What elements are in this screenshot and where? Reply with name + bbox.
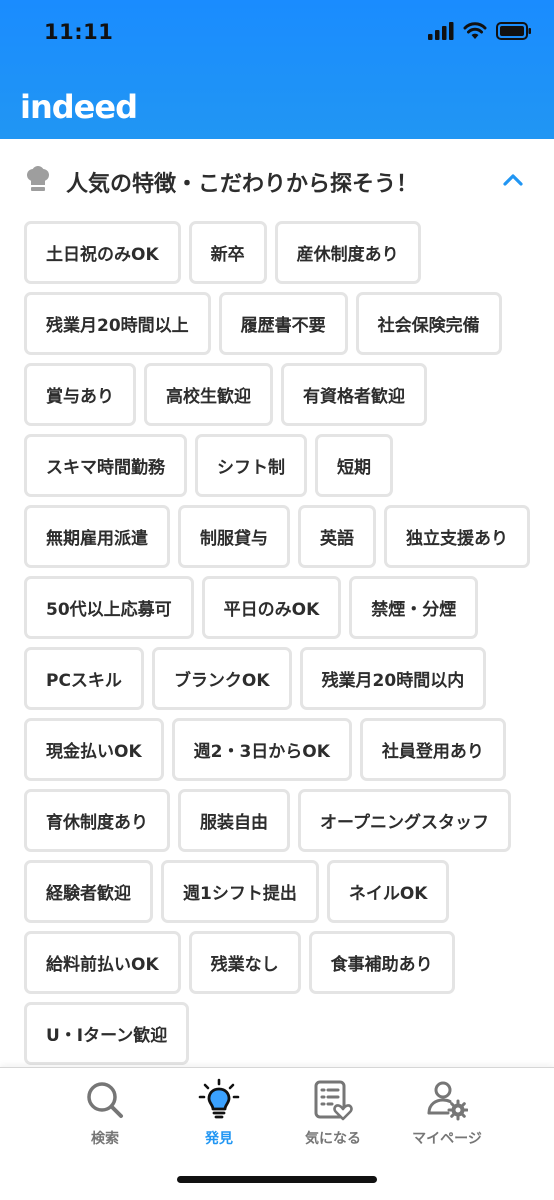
battery-icon <box>496 22 531 40</box>
feature-tag[interactable]: 平日のみOK <box>201 576 342 639</box>
nav-discover-label: 発見 <box>205 1131 233 1147</box>
feature-tag[interactable]: スキマ時間勤務 <box>24 434 187 497</box>
search-icon <box>87 1082 123 1118</box>
nav-saved[interactable]: 気になる <box>278 1078 388 1158</box>
feature-tag[interactable]: 無期雇用派遣 <box>24 505 170 568</box>
feature-tag[interactable]: 残業月20時間以上 <box>24 292 211 355</box>
feature-tag[interactable]: 有資格者歓迎 <box>281 363 427 426</box>
feature-tag[interactable]: 社会保険完備 <box>355 292 502 355</box>
status-time: 11:11 <box>44 20 114 44</box>
feature-tag[interactable]: シフト制 <box>195 434 307 497</box>
nav-mypage[interactable]: マイページ <box>392 1078 502 1158</box>
feature-tag[interactable]: ネイルOK <box>326 860 450 923</box>
app-header: 11:11 indeed <box>0 0 554 139</box>
feature-tag[interactable]: 育休制度あり <box>24 789 170 852</box>
chef-hat-icon <box>27 166 49 191</box>
nav-saved-label: 気になる <box>305 1131 361 1147</box>
feature-tag[interactable]: 履歴書不要 <box>218 292 348 355</box>
feature-tag[interactable]: 新卒 <box>188 221 267 284</box>
feature-tag[interactable]: 現金払いOK <box>24 718 164 781</box>
feature-tag[interactable]: PCスキル <box>24 647 144 710</box>
feature-tag[interactable]: 社員登用あり <box>359 718 506 781</box>
feature-tag[interactable]: オープニングスタッフ <box>298 789 511 852</box>
feature-tag[interactable]: 経験者歓迎 <box>24 860 153 923</box>
user-settings-icon <box>427 1081 468 1121</box>
section-header: 人気の特徴・こだわりから探そう！ <box>0 139 554 219</box>
nav-search[interactable]: 検索 <box>50 1078 160 1158</box>
feature-tag[interactable]: 服装自由 <box>178 789 290 852</box>
nav-mypage-label: マイページ <box>412 1131 482 1147</box>
feature-tag[interactable]: 週2・3日からOK <box>171 718 352 781</box>
feature-tag[interactable]: U・Iターン歓迎 <box>24 1002 190 1065</box>
feature-tag[interactable]: 産休制度あり <box>274 221 421 284</box>
feature-tag[interactable]: 50代以上応募可 <box>24 576 194 639</box>
wifi-icon <box>463 22 487 39</box>
feature-tag[interactable]: 賞与あり <box>24 363 136 426</box>
feature-tag[interactable]: 英語 <box>298 505 376 568</box>
feature-tag[interactable]: 残業なし <box>188 931 301 994</box>
home-indicator <box>177 1176 377 1183</box>
feature-tag[interactable]: 高校生歓迎 <box>144 363 273 426</box>
status-icons <box>428 22 532 40</box>
saved-list-heart-icon <box>314 1080 353 1121</box>
feature-tag[interactable]: 制服貸与 <box>178 505 290 568</box>
feature-tag[interactable]: 土日祝のみOK <box>24 221 181 284</box>
feature-tag[interactable]: 食事補助あり <box>308 931 455 994</box>
feature-tag[interactable]: ブランクOK <box>151 647 292 710</box>
feature-tag[interactable]: 週1シフト提出 <box>161 860 319 923</box>
feature-tag[interactable]: 給料前払いOK <box>24 931 181 994</box>
feature-tag[interactable]: 禁煙・分煙 <box>349 576 479 639</box>
feature-tag-list: 土日祝のみOK 新卒 産休制度あり 残業月20時間以上 履歴書不要 社会保険完備賞与あり高… <box>24 221 534 1065</box>
chevron-up-icon[interactable] <box>500 169 526 189</box>
feature-tag[interactable]: 短期 <box>315 434 393 497</box>
feature-tag[interactable]: 独立支援あり <box>384 505 530 568</box>
nav-discover[interactable]: 発見 <box>164 1078 274 1158</box>
signal-icon <box>428 22 454 40</box>
feature-tag[interactable]: 残業月20時間以内 <box>299 647 487 710</box>
section-title: 人気の特徴・こだわりから探そう！ <box>66 172 419 197</box>
nav-search-label: 検索 <box>91 1131 119 1147</box>
lightbulb-icon <box>198 1078 240 1119</box>
indeed-logo[interactable]: indeed <box>20 88 138 126</box>
